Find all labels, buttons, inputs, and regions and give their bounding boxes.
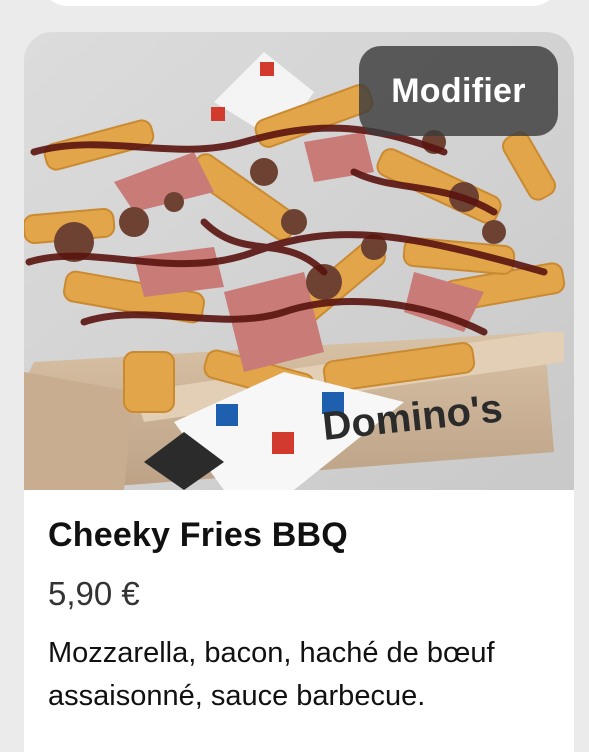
product-description: Mozzarella, bacon, haché de bœuf assaiso…	[48, 637, 495, 712]
product-card[interactable]: Domino's Modifier Cheeky Fries BBQ 5,90 …	[24, 32, 574, 752]
edit-button[interactable]: Modifier	[359, 46, 558, 136]
previous-card	[40, 0, 560, 6]
product-price: 5,90 €	[48, 575, 140, 612]
product-title: Cheeky Fries BBQ	[48, 516, 348, 554]
